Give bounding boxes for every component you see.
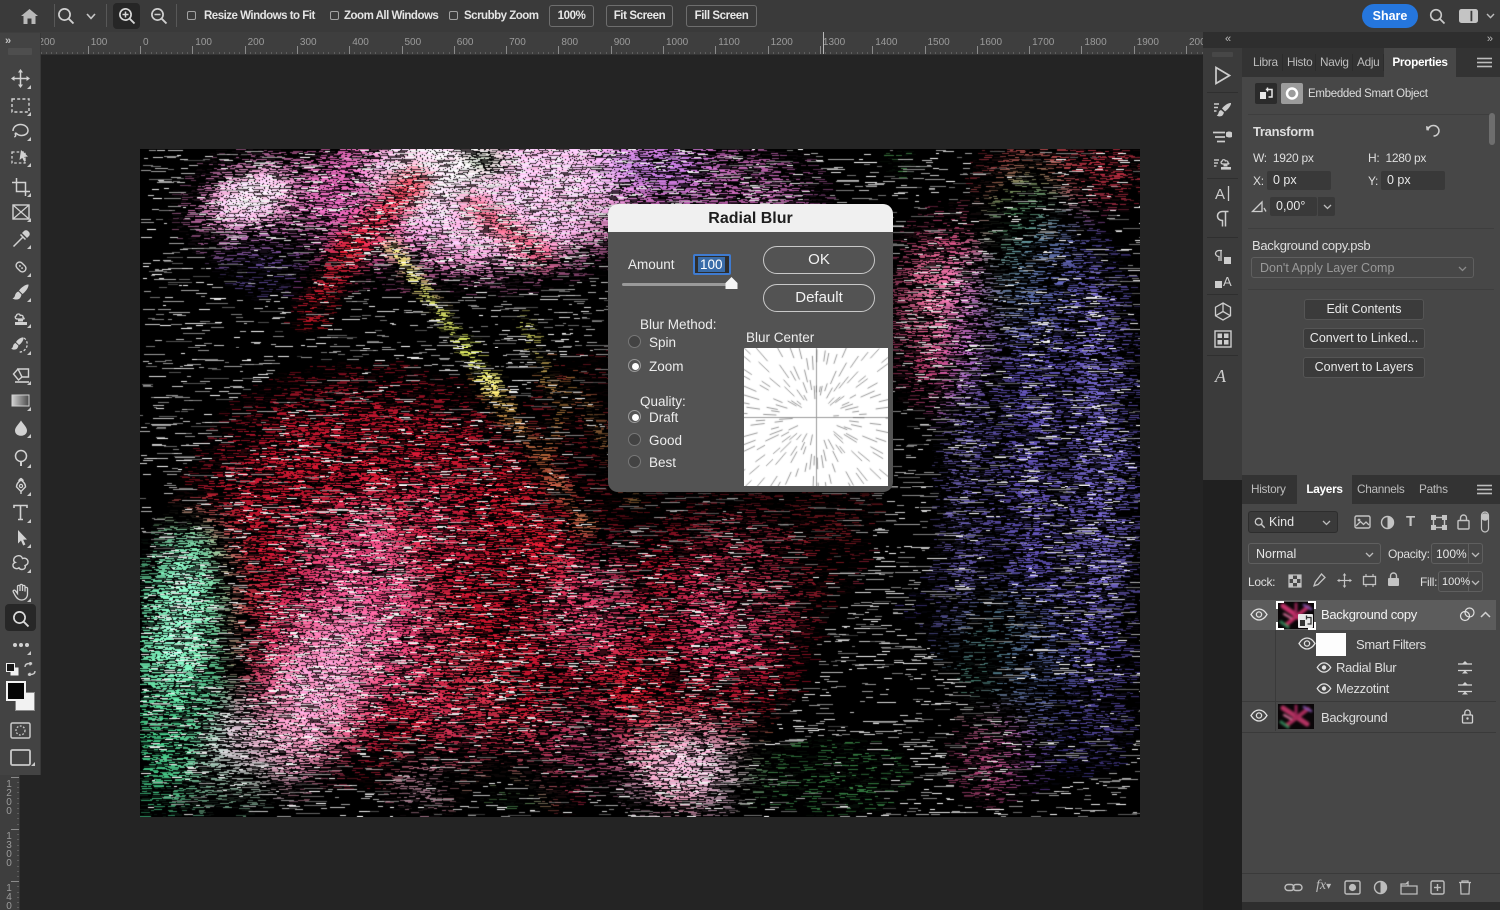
svg-text:A: A bbox=[1215, 186, 1225, 203]
svg-text:A: A bbox=[1223, 274, 1232, 289]
svg-text:A: A bbox=[1214, 366, 1227, 386]
